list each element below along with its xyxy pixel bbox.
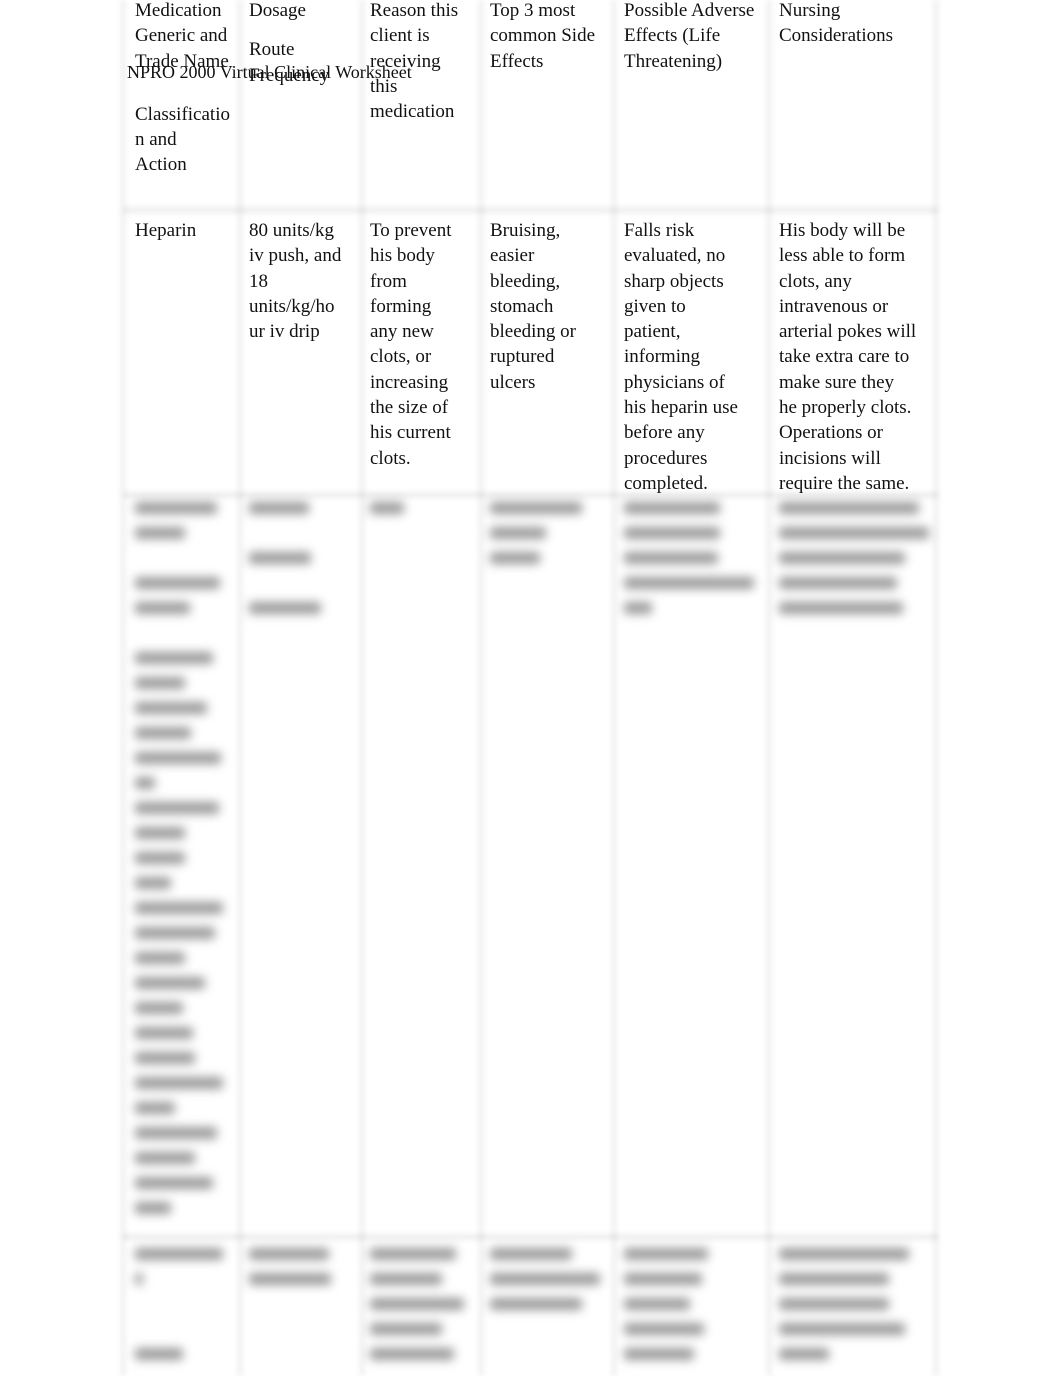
blurred-cell bbox=[490, 502, 600, 577]
cell-text: take extra care to bbox=[779, 346, 910, 368]
header-text: Nursing bbox=[779, 0, 841, 21]
cell-dosage: 80 units/kg iv push, and 18 units/kg/ho … bbox=[249, 218, 364, 344]
cell-text: incisions will bbox=[779, 447, 881, 469]
header-side-effects: Top 3 most common Side Effects bbox=[490, 0, 615, 74]
cell-text: evaluated, no bbox=[624, 245, 726, 267]
header-text: Action bbox=[135, 154, 187, 176]
header-text: Threatening) bbox=[624, 50, 723, 72]
header-text: Effects bbox=[490, 50, 544, 72]
header-text: Effects (Life bbox=[624, 25, 721, 47]
cell-side-effects: Bruising, easier bleeding, stomach bleed… bbox=[490, 218, 615, 395]
cell-text: iv push, and bbox=[249, 245, 342, 267]
cell-text: physicians of bbox=[624, 371, 725, 393]
cell-text: completed. bbox=[624, 472, 708, 494]
header-text: Considerations bbox=[779, 25, 893, 47]
blurred-cell bbox=[249, 502, 339, 627]
blurred-cell bbox=[490, 1248, 610, 1323]
cell-text: Falls risk bbox=[624, 220, 695, 241]
blurred-cell bbox=[135, 1248, 225, 1373]
page-title: NPRO 2000 Virtual Clinical Worksheet bbox=[127, 62, 412, 82]
cell-text: any new bbox=[370, 321, 434, 343]
cell-text: his current bbox=[370, 422, 451, 444]
cell-adverse-effects: Falls risk evaluated, no sharp objects g… bbox=[624, 218, 774, 496]
medication-table: Medication Generic and Trade Name Classi… bbox=[118, 0, 941, 1376]
cell-text: clots, or bbox=[370, 346, 432, 368]
header-text: Generic and bbox=[135, 25, 228, 47]
blurred-cell bbox=[370, 502, 460, 527]
cell-text: units/kg/ho bbox=[249, 295, 335, 317]
cell-text: Operations or bbox=[779, 422, 883, 444]
header-adverse-effects: Possible Adverse Effects (Life Threateni… bbox=[624, 0, 774, 74]
cell-text: forming bbox=[370, 295, 432, 317]
cell-text: 18 bbox=[249, 270, 268, 292]
blurred-cell bbox=[370, 1248, 470, 1373]
blurred-cell bbox=[135, 502, 225, 1227]
cell-text: easier bbox=[490, 245, 535, 267]
cell-text: stomach bbox=[490, 295, 554, 317]
cell-text: ur iv drip bbox=[249, 321, 320, 343]
header-medication: Medication Generic and Trade Name Classi… bbox=[135, 0, 245, 178]
header-text: Medication bbox=[135, 0, 222, 21]
blurred-cell bbox=[624, 1248, 734, 1373]
header-text: Classificatio bbox=[135, 103, 230, 125]
cell-text: increasing bbox=[370, 371, 449, 393]
cell-reason: To prevent his body from forming any new… bbox=[370, 218, 485, 471]
cell-text: before any bbox=[624, 422, 705, 444]
cell-nursing: His body will be less able to form clots… bbox=[779, 218, 939, 496]
cell-text: clots. bbox=[370, 447, 411, 469]
cell-text: ulcers bbox=[490, 371, 536, 393]
cell-text: arterial pokes will bbox=[779, 321, 917, 343]
cell-text: clots, any bbox=[779, 270, 852, 292]
header-text: client is bbox=[370, 25, 430, 47]
cell-text: sharp objects bbox=[624, 270, 724, 292]
cell-text: given to bbox=[624, 295, 686, 317]
cell-text: His body will be bbox=[779, 220, 906, 241]
cell-text: 80 units/kg bbox=[249, 220, 334, 241]
cell-text: bleeding or bbox=[490, 321, 577, 343]
blurred-cell bbox=[779, 1248, 919, 1373]
header-text: n and bbox=[135, 129, 177, 151]
header-text: Top 3 most bbox=[490, 0, 576, 21]
cell-text: less able to form bbox=[779, 245, 906, 267]
cell-text: he properly clots. bbox=[779, 397, 912, 419]
header-text: medication bbox=[370, 101, 455, 123]
cell-text: ruptured bbox=[490, 346, 555, 368]
cell-text: make sure they bbox=[779, 371, 895, 393]
cell-text: bleeding, bbox=[490, 270, 561, 292]
cell-text: patient, bbox=[624, 321, 681, 343]
cell-text: Bruising, bbox=[490, 220, 561, 241]
blurred-cell bbox=[249, 1248, 344, 1298]
blurred-cell bbox=[624, 502, 764, 627]
cell-text: his body bbox=[370, 245, 435, 267]
cell-text: from bbox=[370, 270, 407, 292]
cell-text: his heparin use bbox=[624, 397, 738, 419]
header-text: Possible Adverse bbox=[624, 0, 755, 21]
cell-text: require the same. bbox=[779, 472, 910, 494]
cell-text: To prevent bbox=[370, 220, 452, 241]
header-text: Dosage bbox=[249, 0, 306, 21]
blurred-cell bbox=[779, 502, 929, 627]
cell-text: intravenous or bbox=[779, 295, 889, 317]
header-text: Reason this bbox=[370, 0, 459, 21]
cell-text: the size of bbox=[370, 397, 449, 419]
header-text: Route bbox=[249, 39, 295, 61]
cell-text: procedures bbox=[624, 447, 708, 469]
header-text: common Side bbox=[490, 25, 596, 47]
table-border bbox=[123, 1232, 938, 1242]
cell-medication: Heparin bbox=[135, 218, 245, 243]
cell-text: Heparin bbox=[135, 220, 197, 241]
header-nursing: Nursing Considerations bbox=[779, 0, 939, 49]
cell-text: informing bbox=[624, 346, 700, 368]
table-border bbox=[123, 205, 938, 215]
